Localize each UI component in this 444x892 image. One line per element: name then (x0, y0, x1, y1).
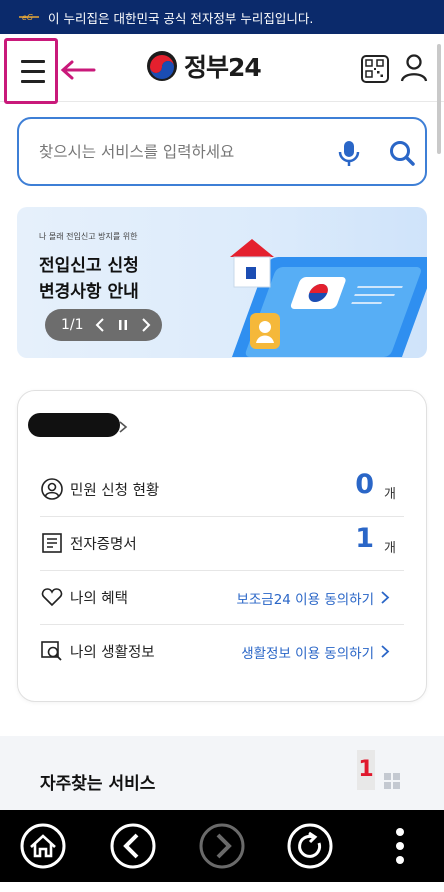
row-label: 나의 혜택 (70, 591, 128, 607)
bottom-edge (0, 882, 444, 892)
promo-illustration-icon (230, 239, 427, 357)
grid-view-icon[interactable] (383, 772, 401, 790)
qr-code-button[interactable] (361, 55, 389, 83)
menu-button[interactable] (4, 38, 58, 104)
row-label: 전자증명서 (70, 537, 137, 553)
search-box (17, 117, 427, 186)
promo-banner[interactable]: 나 몰래 전입신고 방지를 위한 전입신고 신청 변경사항 안내 1/1 (17, 207, 427, 358)
forward-icon[interactable] (198, 822, 246, 870)
frequent-services-section: 자주찾는 서비스 1 (0, 736, 444, 810)
chevron-left-icon (95, 318, 104, 332)
annotation-arrow-icon (60, 60, 96, 80)
logo-text: 정부24 (184, 53, 262, 82)
search-input[interactable] (39, 139, 319, 165)
row-label: 나의 생활정보 (70, 645, 155, 661)
top-header: 정부24 (0, 34, 444, 104)
gov-official-banner: eG 이 누리집은 대한민국 공식 전자정부 누리집입니다. (0, 0, 444, 34)
banner-pager: 1/1 (45, 309, 162, 341)
row-unit: 개 (384, 487, 396, 502)
row-count: 0 (355, 469, 374, 500)
microphone-icon (338, 141, 360, 166)
gov-banner-text: 이 누리집은 대한민국 공식 전자정부 누리집입니다. (48, 10, 314, 26)
refresh-icon[interactable] (286, 822, 334, 870)
promo-title-line1: 전입신고 신청 (39, 256, 139, 276)
life-info-consent-link[interactable]: 생활정보 이용 동의하기 (241, 642, 374, 662)
pause-icon (119, 320, 127, 330)
qr-code-icon (365, 59, 384, 78)
row-my-benefits[interactable]: 나의 혜택 보조금24 이용 동의하기 (40, 571, 404, 625)
promo-subtext: 나 몰래 전입신고 방지를 위한 (39, 232, 138, 241)
user-button[interactable] (400, 53, 428, 83)
page-scrollbar[interactable] (437, 44, 441, 154)
heart-icon (41, 588, 63, 607)
more-options-icon[interactable] (376, 822, 424, 870)
search-button[interactable] (388, 139, 416, 167)
chevron-right-icon[interactable] (118, 421, 128, 433)
voice-search-button[interactable] (337, 139, 361, 169)
row-e-certificate[interactable]: 전자증명서 1 개 (40, 517, 404, 571)
annotation-number: 1 (357, 750, 375, 790)
row-label: 민원 신청 현황 (70, 483, 160, 499)
subsidy-consent-link[interactable]: 보조금24 이용 동의하기 (236, 588, 374, 608)
gov24-logo[interactable]: 정부24 (146, 48, 262, 84)
row-unit: 개 (384, 541, 396, 556)
back-icon[interactable] (109, 822, 157, 870)
person-circle-icon (41, 478, 63, 500)
browser-nav-bar (0, 810, 444, 882)
pager-next-button[interactable] (136, 315, 156, 335)
taeguk-logo-icon (147, 51, 177, 81)
chevron-right-icon (381, 591, 390, 604)
row-life-info[interactable]: 나의 생활정보 생활정보 이용 동의하기 (40, 625, 404, 679)
account-summary-card: 민원 신청 현황 0 개 전자증명서 1 개 나의 혜택 보조금24 이용 동의… (17, 390, 427, 702)
promo-title-line2: 변경사항 안내 (39, 282, 139, 302)
redacted-user-name (28, 413, 120, 437)
row-count: 1 (355, 523, 374, 554)
svg-text:eG: eG (22, 13, 33, 22)
home-icon[interactable] (19, 822, 67, 870)
chevron-right-icon (381, 645, 390, 658)
pager-count: 1/1 (61, 317, 84, 333)
document-icon (42, 533, 62, 553)
pager-pause-button[interactable] (113, 315, 133, 335)
user-icon (400, 54, 428, 82)
section-title: 자주찾는 서비스 (40, 774, 156, 794)
search-icon (390, 141, 415, 166)
eg-logo-icon: eG (19, 13, 39, 22)
pager-prev-button[interactable] (90, 315, 110, 335)
chevron-right-icon (142, 318, 151, 332)
search-doc-icon (41, 641, 62, 661)
row-petition-status[interactable]: 민원 신청 현황 0 개 (40, 463, 404, 517)
